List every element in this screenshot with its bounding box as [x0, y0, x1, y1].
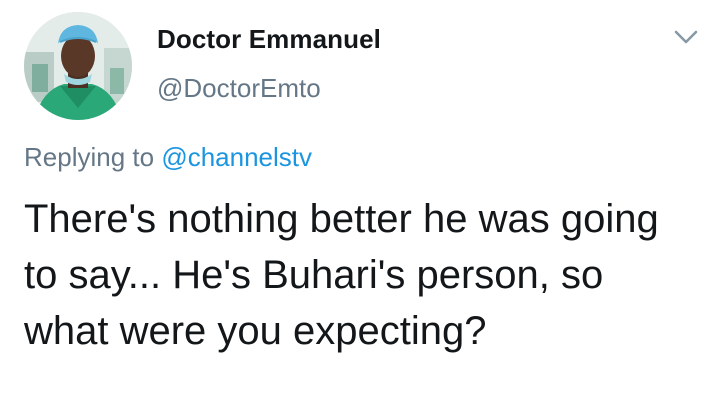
- avatar-photo: [24, 12, 132, 120]
- replying-to-label: Replying to: [24, 142, 155, 172]
- reply-handle-link[interactable]: @channelstv: [161, 142, 312, 172]
- author-handle[interactable]: @DoctorEmto: [157, 73, 321, 104]
- author-display-name[interactable]: Doctor Emmanuel: [157, 24, 381, 55]
- replying-to-line: Replying to @channelstv: [24, 142, 312, 173]
- avatar[interactable]: [24, 12, 132, 120]
- tweet-text: There's nothing better he was going to s…: [24, 197, 659, 353]
- chevron-down-icon[interactable]: [672, 26, 700, 48]
- tweet-card: Doctor Emmanuel @DoctorEmto Replying to …: [0, 0, 720, 410]
